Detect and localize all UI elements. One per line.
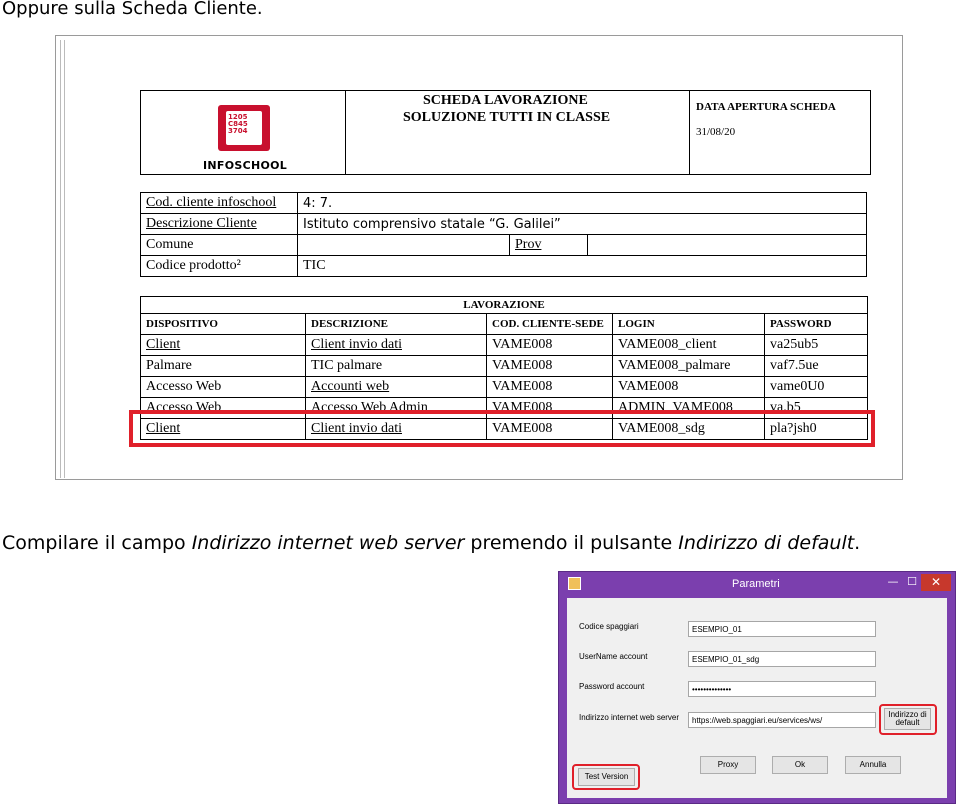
maximize-icon[interactable]: ☐ xyxy=(902,575,922,591)
table-cell: Client xyxy=(140,334,306,356)
dialog-body: Codice spaggiari ESEMPIO_01 UserName acc… xyxy=(567,598,947,798)
table-row: Comune Prov xyxy=(140,234,867,256)
caption-field-name: Indirizzo internet web server xyxy=(191,532,465,554)
table-header-row: DISPOSITIVO DESCRIZIONE COD. CLIENTE-SED… xyxy=(140,313,868,335)
column-header: DESCRIZIONE xyxy=(305,313,487,335)
table-cell: Palmare xyxy=(140,355,306,377)
caption-prefix: Compilare il campo xyxy=(2,532,192,554)
date-cell: DATA APERTURA SCHEDA 31/08/20 xyxy=(689,91,870,174)
table-cell: VAME008 xyxy=(486,355,613,377)
cancel-button[interactable]: Annulla xyxy=(845,756,901,774)
table-cell: VAME008 xyxy=(486,334,613,356)
date-value: 31/08/20 xyxy=(696,126,736,138)
table-cell: vaf7.5ue xyxy=(764,355,868,377)
date-label: DATA APERTURA SCHEDA xyxy=(696,101,836,113)
logo-name: INFOSCHOOL xyxy=(203,159,288,172)
table-cell: VAME008_client xyxy=(612,334,765,356)
logo-cell: 1205 C845 3704 INFOSCHOOL xyxy=(141,91,346,174)
ok-button[interactable]: Ok xyxy=(772,756,828,774)
parametri-dialog: Parametri — ☐ ✕ Codice spaggiari ESEMPIO… xyxy=(558,571,956,804)
table-row: Cod. cliente infoschool 4: 7. xyxy=(140,192,867,214)
product-code-value: TIC xyxy=(297,255,867,277)
caption-middle: premendo il pulsante xyxy=(464,532,679,554)
document-margin-rail xyxy=(60,40,65,478)
infoschool-logo-icon: 1205 C845 3704 xyxy=(218,105,270,151)
caption-top: Oppure sulla Scheda Cliente. xyxy=(2,0,263,19)
caption-suffix: . xyxy=(854,532,861,554)
table-cell: Client invio dati xyxy=(305,334,487,356)
highlight-row-marker xyxy=(129,410,875,447)
column-header: COD. CLIENTE-SEDE xyxy=(486,313,613,335)
comune-label: Comune xyxy=(140,234,298,256)
column-header: PASSWORD xyxy=(764,313,868,335)
table-cell: VAME008 xyxy=(612,376,765,398)
username-field[interactable]: ESEMPIO_01_sdg xyxy=(688,651,876,667)
table-title-row: LAVORAZIONE xyxy=(140,296,868,314)
logo-numbers: 1205 C845 3704 xyxy=(228,113,248,135)
table-cell: Accesso Web xyxy=(140,376,306,398)
code-label: Cod. cliente infoschool xyxy=(140,192,298,214)
table-row: Descrizione Cliente Istituto comprensivo… xyxy=(140,213,867,235)
test-version-button[interactable]: Test Version xyxy=(578,768,635,786)
table-row: Accesso Web Accounti web VAME008 VAME008… xyxy=(140,376,868,398)
prov-value xyxy=(587,234,867,256)
sheet-subtitle: SOLUZIONE TUTTI IN CLASSE xyxy=(403,110,611,125)
minimize-icon[interactable]: — xyxy=(883,575,903,591)
password-field[interactable]: •••••••••••••• xyxy=(688,681,876,697)
table-cell: TIC palmare xyxy=(305,355,487,377)
web-server-label: Indirizzo internet web server xyxy=(579,713,680,722)
client-info-table: Cod. cliente infoschool 4: 7. Descrizion… xyxy=(140,192,867,277)
codice-spaggiari-label: Codice spaggiari xyxy=(579,622,639,631)
table-row: Codice prodotto² TIC xyxy=(140,255,867,277)
codice-spaggiari-field[interactable]: ESEMPIO_01 xyxy=(688,621,876,637)
prov-label: Prov xyxy=(509,234,588,256)
code-value: 4: 7. xyxy=(297,192,867,214)
column-header: DISPOSITIVO xyxy=(140,313,306,335)
proxy-button[interactable]: Proxy xyxy=(700,756,756,774)
web-server-field[interactable]: https://web.spaggiari.eu/services/ws/ xyxy=(688,712,876,728)
close-icon[interactable]: ✕ xyxy=(921,574,951,591)
column-header: LOGIN xyxy=(612,313,765,335)
username-label: UserName account xyxy=(579,652,648,661)
description-label: Descrizione Cliente xyxy=(140,213,298,235)
dialog-title: Parametri xyxy=(732,578,780,590)
dialog-titlebar[interactable]: Parametri — ☐ ✕ xyxy=(559,572,955,596)
table-cell: va25ub5 xyxy=(764,334,868,356)
table-cell: VAME008_palmare xyxy=(612,355,765,377)
default-address-button[interactable]: Indirizzo di default xyxy=(884,708,931,730)
password-label: Password account xyxy=(579,682,645,691)
sheet-title: SCHEDA LAVORAZIONE xyxy=(423,93,588,108)
table-row: Client Client invio dati VAME008 VAME008… xyxy=(140,334,868,356)
table-cell: Accounti web xyxy=(305,376,487,398)
caption-button-name: Indirizzo di default xyxy=(678,532,855,554)
table-cell: VAME008 xyxy=(486,376,613,398)
app-icon xyxy=(568,577,581,590)
lavorazione-title: LAVORAZIONE xyxy=(140,296,868,314)
caption-instruction: Compilare il campo Indirizzo internet we… xyxy=(2,532,860,554)
description-value: Istituto comprensivo statale “G. Galilei… xyxy=(297,213,867,235)
table-cell: vame0U0 xyxy=(764,376,868,398)
product-code-label: Codice prodotto² xyxy=(140,255,298,277)
comune-value xyxy=(297,234,510,256)
table-row: Palmare TIC palmare VAME008 VAME008_palm… xyxy=(140,355,868,377)
sheet-header: 1205 C845 3704 INFOSCHOOL SCHEDA LAVORAZ… xyxy=(140,90,871,175)
